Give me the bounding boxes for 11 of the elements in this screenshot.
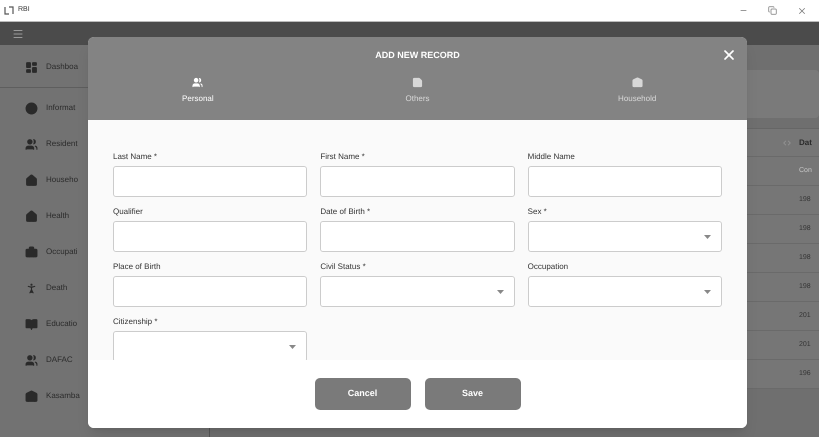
field-label: Date of Birth * [320,206,372,217]
field-label: Last Name * [113,151,158,162]
dialog-title: ADD NEW RECORD [375,49,460,62]
field-label: Qualifier [113,206,144,217]
field-label: Sex * [528,206,548,217]
field-label: Occupation [528,261,570,272]
field-label: Middle Name [528,151,576,162]
field-label: First Name * [320,151,366,162]
field-label: Place of Birth [113,261,162,272]
field-label: Civil Status * [320,261,367,272]
field-label: Citizenship * [113,316,158,327]
